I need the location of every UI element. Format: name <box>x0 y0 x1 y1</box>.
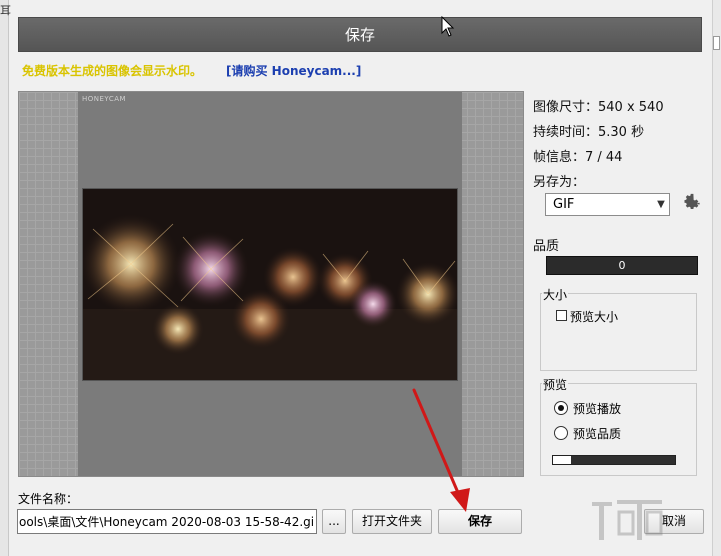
quality-slider[interactable]: 0 <box>546 256 698 275</box>
background-window-scrollbar[interactable] <box>712 0 721 556</box>
dropdown-arrow-icon[interactable]: ▼ <box>653 193 669 216</box>
buy-honeycam-link[interactable]: [请购买 Honeycam...] <box>226 62 361 79</box>
image-size-info: 图像尺寸：540 x 540 <box>533 100 664 115</box>
red-arrow-annotation <box>412 388 470 512</box>
preview-quality-radio[interactable] <box>554 426 568 440</box>
watermark-notice: 免费版本生成的图像会显示水印。 <box>22 64 203 78</box>
radio-selected-dot <box>558 405 564 411</box>
preview-size-label[interactable]: 预览大小 <box>570 308 618 325</box>
filename-input[interactable] <box>17 509 317 534</box>
background-window-glyph: 耳 <box>0 4 11 17</box>
preview-size-checkbox[interactable] <box>556 310 567 321</box>
preview-progress-fill <box>553 456 571 464</box>
preview-watermark: HONEYCAM <box>82 95 127 103</box>
frame-info: 帧信息：7 / 44 <box>533 150 623 165</box>
save-as-label: 另存为： <box>533 175 586 190</box>
gear-icon[interactable] <box>680 192 702 214</box>
preview-play-label[interactable]: 预览播放 <box>573 400 621 417</box>
fireworks-illustration <box>83 189 457 380</box>
dialog-title-bar[interactable]: 保存 <box>18 17 702 52</box>
filename-label: 文件名称： <box>18 492 79 506</box>
duration-info: 持续时间：5.30 秒 <box>533 125 645 140</box>
format-select[interactable]: GIF <box>545 193 670 216</box>
size-group-label: 大小 <box>542 286 569 303</box>
fireworks-image <box>82 188 458 381</box>
mouse-cursor-icon <box>441 16 455 37</box>
preview-play-radio[interactable] <box>554 401 568 415</box>
background-window-scroll-button[interactable] <box>713 36 720 50</box>
background-window-edge <box>0 0 9 556</box>
preview-group-label: 预览 <box>542 376 569 393</box>
browse-button[interactable]: ... <box>322 509 346 534</box>
preview-quality-label[interactable]: 预览品质 <box>573 425 621 442</box>
quality-label: 品质 <box>533 239 560 254</box>
site-watermark-logo <box>592 500 663 540</box>
size-group <box>540 293 697 371</box>
